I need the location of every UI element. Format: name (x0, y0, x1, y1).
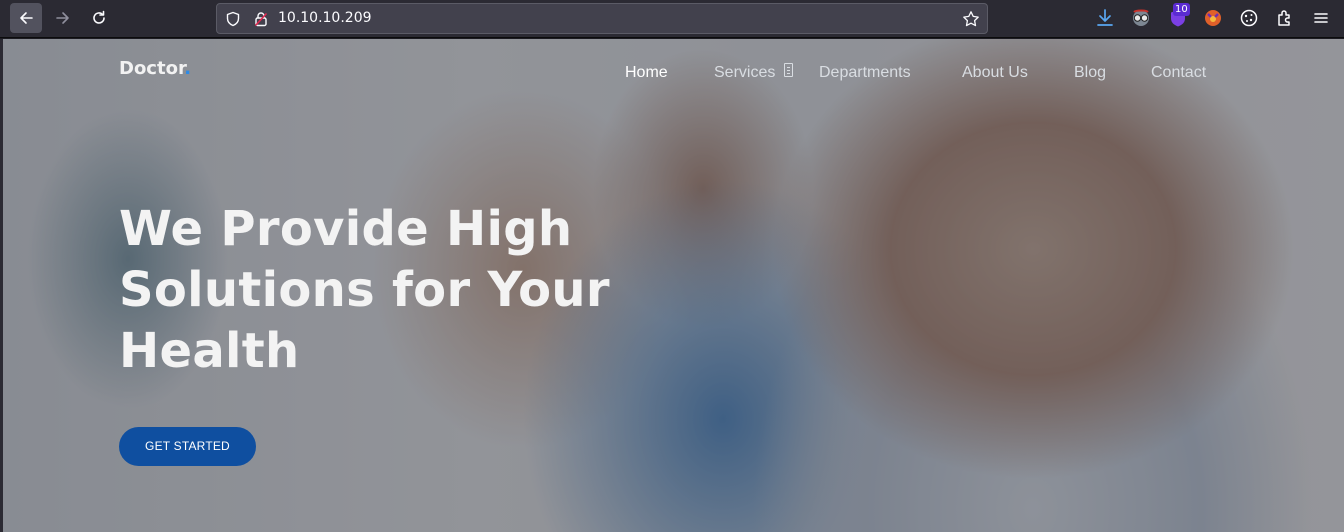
back-button[interactable] (10, 3, 42, 33)
get-started-button[interactable]: GET STARTED (119, 427, 256, 466)
fox-extension-icon[interactable] (1202, 7, 1224, 29)
site-logo[interactable]: Doctor. (119, 58, 191, 79)
url-text[interactable]: 10.10.10.209 (278, 10, 372, 26)
nav-about-us[interactable]: About Us (962, 64, 1028, 82)
extensions-puzzle-icon[interactable] (1274, 7, 1296, 29)
hamburger-menu-icon[interactable] (1310, 7, 1332, 29)
download-icon[interactable] (1094, 7, 1116, 29)
hero-heading: We Provide High Solutions for Your Healt… (119, 199, 639, 382)
cookie-icon[interactable] (1238, 7, 1260, 29)
url-bar[interactable]: 10.10.10.209 (216, 3, 988, 34)
nav-departments[interactable]: Departments (819, 64, 911, 82)
logo-text: Doctor (119, 58, 185, 79)
browser-toolbar: 10.10.10.209 10 (0, 0, 1344, 38)
forward-button[interactable] (47, 3, 79, 33)
reload-icon (93, 10, 105, 24)
nav-contact[interactable]: Contact (1151, 64, 1206, 82)
logo-dot: . (184, 58, 192, 79)
nav-blog[interactable]: Blog (1074, 64, 1106, 82)
hero-section: Doctor. Home Services Departments About … (3, 39, 1344, 532)
hero-heading-line-2: Solutions for Your (119, 262, 610, 318)
forward-icon (56, 12, 69, 24)
dropdown-indicator-icon[interactable] (784, 63, 793, 77)
privacy-mask-icon[interactable] (1130, 7, 1152, 29)
back-icon (20, 12, 33, 24)
shield-icon[interactable] (225, 11, 241, 27)
nav-services[interactable]: Services (714, 64, 775, 82)
bookmark-star-icon[interactable] (962, 10, 980, 28)
hero-heading-line-1: We Provide High (119, 201, 573, 257)
nav-home[interactable]: Home (625, 64, 668, 82)
lock-icon[interactable] (253, 11, 269, 27)
reload-button[interactable] (83, 3, 115, 33)
extension-badge: 10 (1173, 3, 1190, 16)
hero-heading-line-3: Health (119, 323, 300, 379)
